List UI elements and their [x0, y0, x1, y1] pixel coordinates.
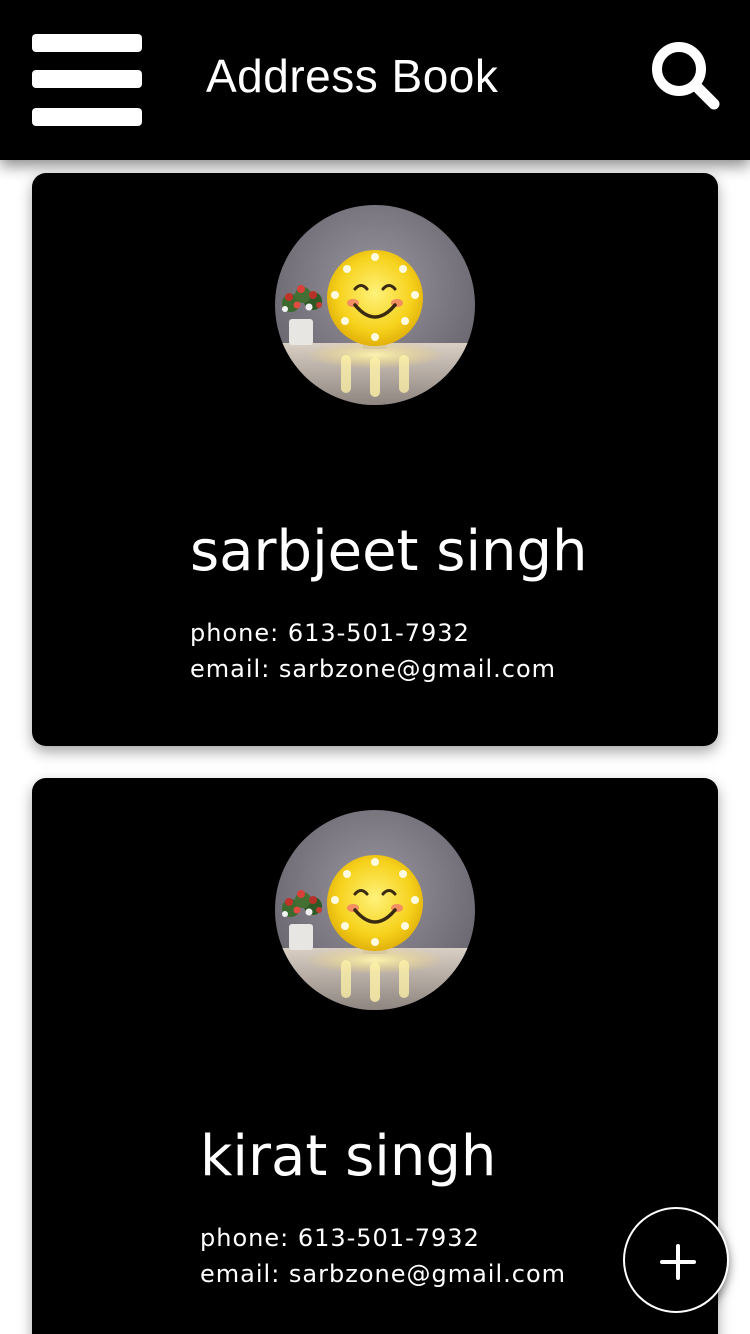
smiley-lamp-photo [275, 810, 475, 1010]
contact-phone: phone: 613-501-7932 [190, 619, 470, 647]
add-contact-button[interactable] [623, 1207, 729, 1313]
search-icon[interactable] [648, 38, 722, 112]
contact-name: sarbjeet singh [190, 519, 588, 584]
plus-icon [660, 1244, 696, 1280]
page-title: Address Book [206, 50, 499, 102]
hamburger-menu-icon[interactable] [30, 32, 144, 128]
app-bar: Address Book [0, 0, 750, 160]
contact-email: email: sarbzone@gmail.com [200, 1260, 567, 1288]
avatar [275, 810, 475, 1010]
contact-email: email: sarbzone@gmail.com [190, 655, 557, 683]
contact-card[interactable]: kirat singh phone: 613-501-7932 email: s… [32, 778, 718, 1334]
contact-card[interactable]: sarbjeet singh phone: 613-501-7932 email… [32, 173, 718, 746]
contact-list: sarbjeet singh phone: 613-501-7932 email… [0, 160, 750, 1334]
menu-line [32, 34, 142, 52]
menu-line [32, 108, 142, 126]
contact-phone: phone: 613-501-7932 [200, 1224, 480, 1252]
contact-name: kirat singh [200, 1124, 497, 1189]
search-icon-glyph [652, 42, 720, 110]
avatar [275, 205, 475, 405]
address-book-screen: Address Book sarbjeet singh phone: 613-5… [0, 0, 750, 1334]
smiley-lamp-photo [275, 205, 475, 405]
menu-line [32, 70, 142, 88]
